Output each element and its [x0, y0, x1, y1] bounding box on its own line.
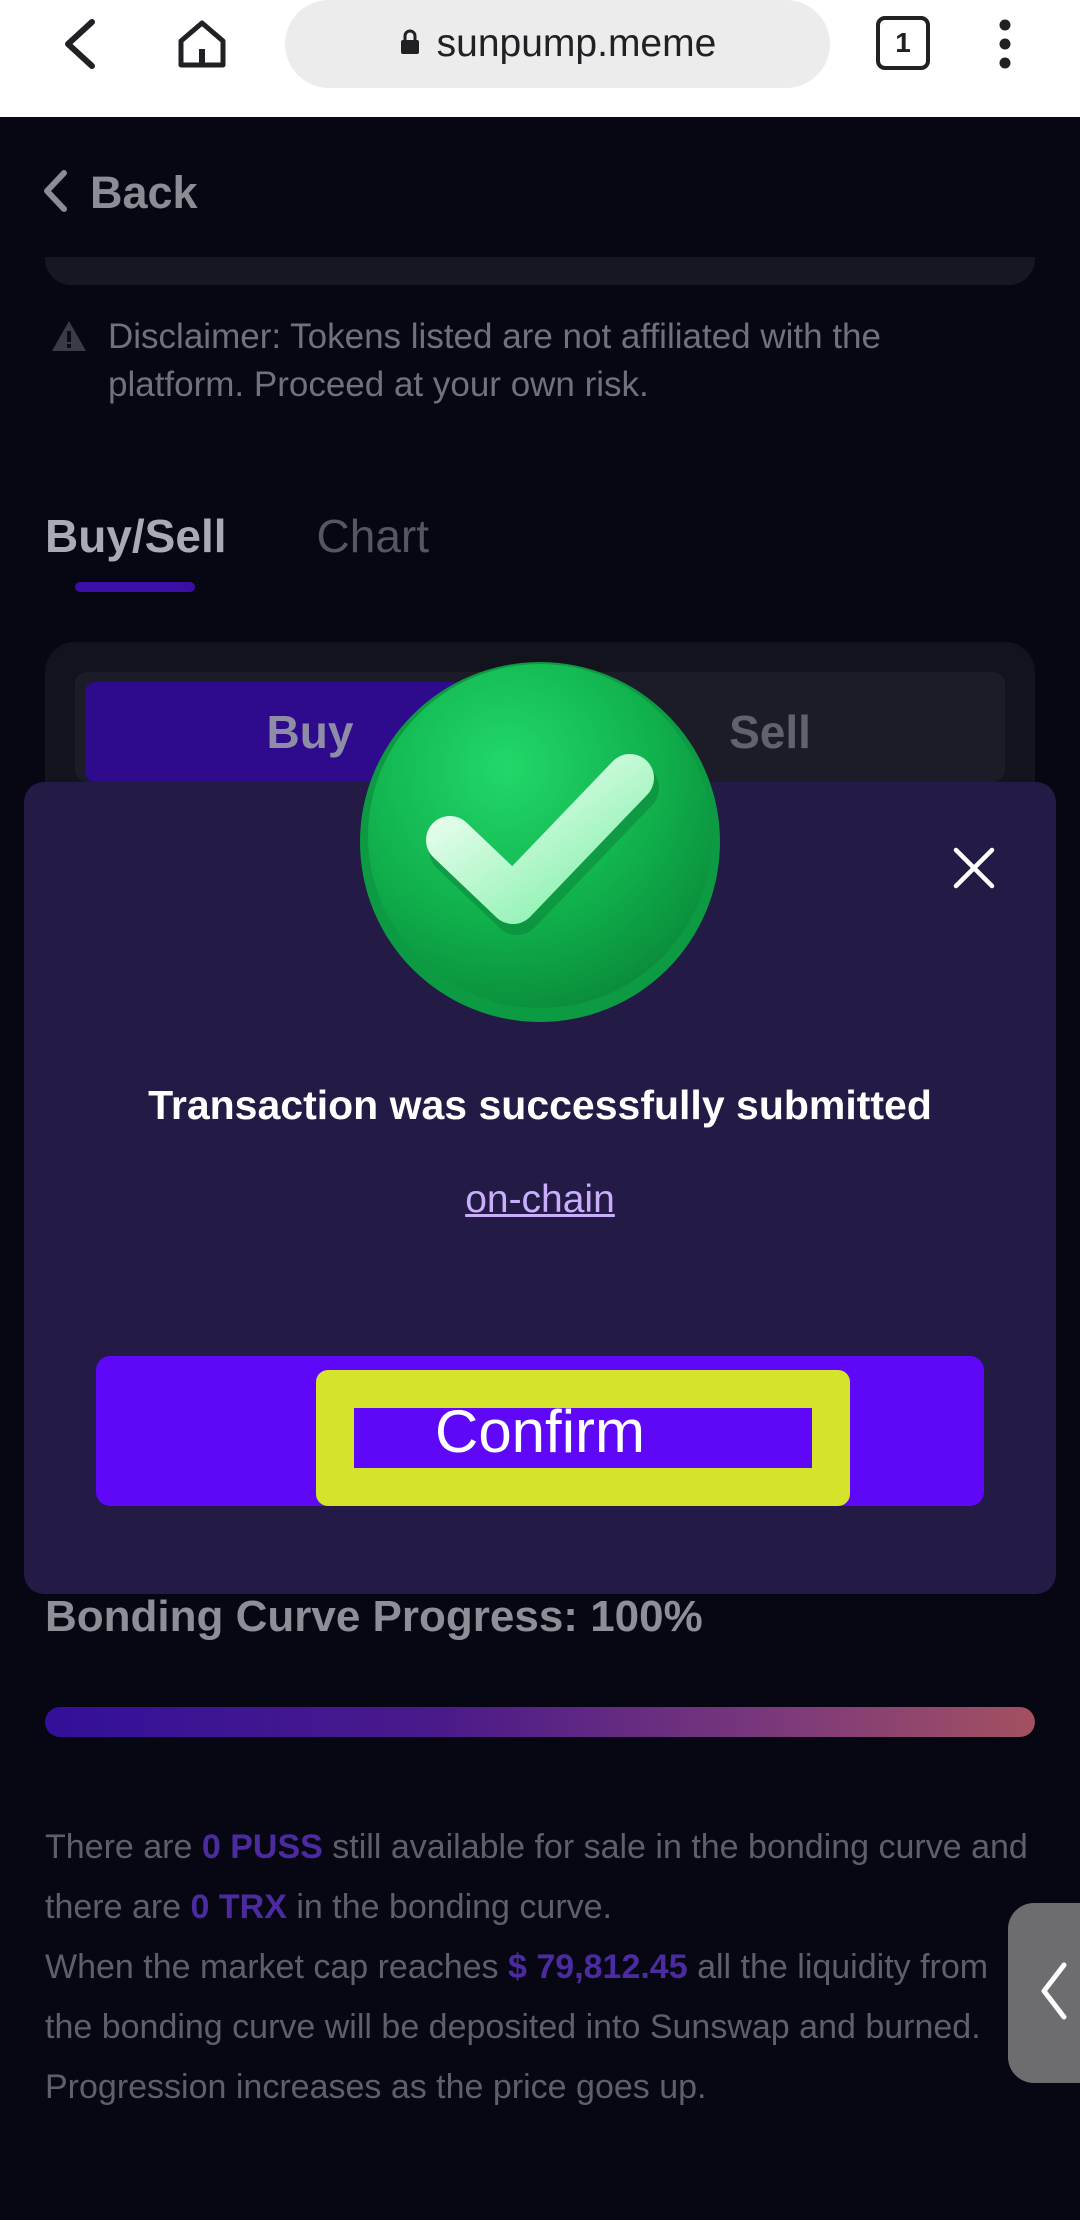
- chevron-left-icon: [1038, 1961, 1068, 2026]
- lock-icon: [399, 28, 421, 61]
- bonding-progress-bar: [45, 1707, 1035, 1737]
- market-cap-value: $ 79,812.45: [508, 1948, 688, 1986]
- disclaimer-text: Disclaimer: Tokens listed are not affili…: [108, 317, 881, 404]
- browser-toolbar: sunpump.meme 1: [0, 0, 1080, 117]
- confirm-label: Confirm: [434, 1397, 646, 1465]
- side-panel-handle[interactable]: [1008, 1903, 1080, 2083]
- bonding-progress-fill: [45, 1707, 1035, 1737]
- home-icon[interactable]: [170, 12, 234, 76]
- bonding-description: There are 0 PUSS still available for sal…: [45, 1817, 1035, 2117]
- tabs-icon[interactable]: 1: [876, 16, 930, 70]
- token-card-edge: [45, 257, 1035, 285]
- address-bar[interactable]: sunpump.meme: [285, 0, 830, 88]
- bonding-text-part: When the market cap reaches: [45, 1948, 509, 1986]
- bonding-text-part: There are: [45, 1828, 202, 1866]
- trx-amount: 0 TRX: [190, 1888, 287, 1926]
- back-button[interactable]: Back: [42, 167, 198, 219]
- close-icon[interactable]: [944, 838, 1004, 898]
- on-chain-link[interactable]: on-chain: [24, 1178, 1056, 1222]
- chevron-left-icon: [42, 169, 68, 218]
- tab-chart[interactable]: Chart: [317, 509, 429, 563]
- token-amount: 0 PUSS: [201, 1828, 323, 1866]
- url-text: sunpump.meme: [436, 22, 717, 65]
- active-tab-indicator: [75, 582, 195, 592]
- bonding-curve-title: Bonding Curve Progress: 100%: [45, 1592, 703, 1641]
- back-label: Back: [90, 167, 198, 218]
- tab-buy-sell[interactable]: Buy/Sell: [45, 509, 227, 563]
- success-check-icon: [358, 660, 722, 1024]
- tab-bar: Buy/Sell Chart: [45, 509, 429, 563]
- bonding-text-part: in the bonding curve.: [286, 1888, 612, 1926]
- more-vert-icon[interactable]: [975, 14, 1035, 74]
- back-arrow-icon[interactable]: [50, 14, 110, 74]
- warning-icon: [50, 319, 88, 409]
- disclaimer: Disclaimer: Tokens listed are not affili…: [50, 313, 1000, 409]
- confirm-button[interactable]: Confirm: [96, 1356, 984, 1506]
- modal-title: Transaction was successfully submitted: [148, 1082, 932, 1128]
